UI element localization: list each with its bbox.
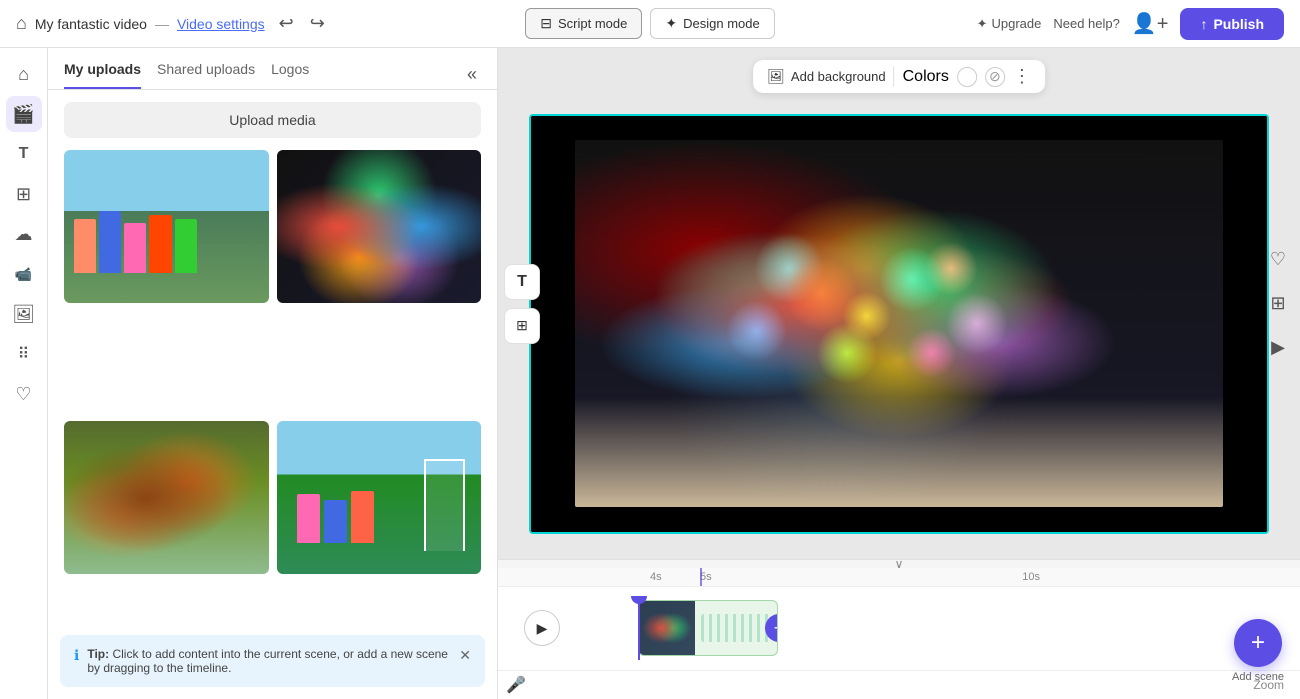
microphone-button[interactable]: 🎤 (506, 675, 526, 695)
main-layout: ⌂ 🎬 T ⊞ ☁ 📹 🖼 ⠿ ♡ My uploads Shared uplo… (0, 48, 1300, 699)
text-tool-button[interactable]: T (504, 264, 540, 300)
add-background-icon: 🖼 (767, 68, 785, 85)
canvas-viewport (498, 48, 1300, 559)
timeline-playhead[interactable] (638, 596, 640, 660)
timeline-collapse-handle[interactable]: ∨ (498, 560, 1300, 568)
design-mode-button[interactable]: ✦ Design mode (650, 8, 774, 39)
timeline: ∨ 4s 5s 10s ▶ (498, 559, 1300, 699)
clip-thumbnail (639, 601, 695, 655)
timeline-clip-1[interactable]: + (638, 600, 778, 656)
tip-text: Tip: Click to add content into the curre… (87, 647, 451, 675)
media-thumbnail-1[interactable] (64, 150, 269, 303)
toolbar-more-button[interactable]: ⋮ (1013, 66, 1031, 87)
tab-my-uploads[interactable]: My uploads (64, 61, 141, 89)
script-icon: ⊟ (540, 15, 552, 32)
timeline-ruler: 4s 5s 10s (498, 568, 1300, 587)
media-thumbnail-2[interactable] (277, 150, 482, 303)
timeline-controls: ▶ (498, 587, 1300, 670)
script-mode-button[interactable]: ⊟ Script mode (525, 8, 642, 39)
canvas-area: 🖼 Add background Colors ⊘ ⋮ T ⊞ (498, 48, 1300, 559)
tab-logos[interactable]: Logos (271, 61, 309, 89)
timeline-bottom-bar: 🎤 Zoom (498, 670, 1300, 699)
plus-icon: ✦ (977, 16, 988, 32)
need-help-link[interactable]: Need help? (1053, 16, 1120, 31)
tip-close-button[interactable]: ✕ (459, 647, 471, 664)
upload-sidebar-button[interactable]: ☁ (6, 216, 42, 252)
grid-canvas-button[interactable]: ⊞ (1260, 286, 1296, 322)
media-panel: My uploads Shared uploads Logos « Upload… (48, 48, 498, 699)
media-grid (48, 150, 497, 699)
play-canvas-button[interactable]: ▶ (1260, 330, 1296, 366)
timeline-tracks: + (578, 596, 1292, 660)
canvas-frame[interactable] (529, 114, 1269, 534)
video-track: + (578, 596, 1292, 660)
side-toolbar: T ⊞ (498, 256, 546, 352)
topbar-right: ✦ Upgrade Need help? 👤+ ↑ Publish (787, 8, 1284, 40)
add-scene-area: + Add scene (1232, 619, 1284, 683)
video-sidebar-button[interactable]: 📹 (6, 256, 42, 292)
tip-info-icon: ℹ (74, 647, 79, 664)
tip-box: ℹ Tip: Click to add content into the cur… (60, 635, 485, 687)
video-settings-link[interactable]: Video settings (177, 16, 265, 32)
ruler-mark-10s: 10s (1022, 571, 1040, 583)
publish-button[interactable]: ↑ Publish (1180, 8, 1284, 40)
favorites-sidebar-button[interactable]: ♡ (6, 376, 42, 412)
media-thumbnail-3[interactable] (64, 421, 269, 574)
design-icon: ✦ (665, 15, 677, 32)
add-user-button[interactable]: 👤+ (1132, 11, 1169, 36)
undo-button[interactable]: ↩ (273, 9, 300, 38)
media-panel-tabs: My uploads Shared uploads Logos « (48, 48, 497, 90)
apps-sidebar-button[interactable]: ⠿ (6, 336, 42, 372)
home-sidebar-button[interactable]: ⌂ (6, 56, 42, 92)
publish-icon: ↑ (1200, 16, 1207, 32)
add-background-item[interactable]: 🖼 Add background (767, 68, 885, 85)
favorite-canvas-button[interactable]: ♡ (1260, 242, 1296, 278)
undo-redo-group: ↩ ↪ (273, 9, 331, 38)
media-sidebar-button[interactable]: 🎬 (6, 96, 42, 132)
timeline-left-controls: ▶ (506, 610, 578, 646)
colors-label: Colors (903, 68, 949, 86)
add-scene-label: Add scene (1232, 671, 1284, 683)
scene-tool-button[interactable]: ⊞ (504, 308, 540, 344)
toolbar-divider (894, 67, 895, 87)
topbar-separator: — (155, 16, 169, 32)
canvas-toolbar: 🖼 Add background Colors ⊘ ⋮ (753, 60, 1045, 93)
upgrade-button[interactable]: ✦ Upgrade (977, 16, 1042, 32)
topbar-center: ⊟ Script mode ✦ Design mode (525, 8, 774, 39)
topbar: ⌂ My fantastic video — Video settings ↩ … (0, 0, 1300, 48)
home-icon-btn[interactable]: ⌂ (16, 13, 27, 34)
canvas-image-wrap (531, 116, 1267, 532)
image-sidebar-button[interactable]: 🖼 (6, 296, 42, 332)
topbar-left: ⌂ My fantastic video — Video settings ↩ … (16, 9, 513, 38)
add-scene-button[interactable]: + (1234, 619, 1282, 667)
media-thumbnail-4[interactable] (277, 421, 482, 574)
upload-button-wrap: Upload media (48, 90, 497, 150)
text-sidebar-button[interactable]: T (6, 136, 42, 172)
redo-button[interactable]: ↪ (304, 9, 331, 38)
tab-shared-uploads[interactable]: Shared uploads (157, 61, 255, 89)
no-color-swatch[interactable]: ⊘ (985, 67, 1005, 87)
upload-media-button[interactable]: Upload media (64, 102, 481, 138)
icon-sidebar: ⌂ 🎬 T ⊞ ☁ 📹 🖼 ⠿ ♡ (0, 48, 48, 699)
white-color-swatch[interactable] (957, 67, 977, 87)
ruler-mark-4s: 4s (650, 571, 662, 583)
collapse-panel-button[interactable]: « (463, 60, 481, 89)
project-title: My fantastic video (35, 16, 147, 32)
timeline-play-button[interactable]: ▶ (524, 610, 560, 646)
layers-sidebar-button[interactable]: ⊞ (6, 176, 42, 212)
